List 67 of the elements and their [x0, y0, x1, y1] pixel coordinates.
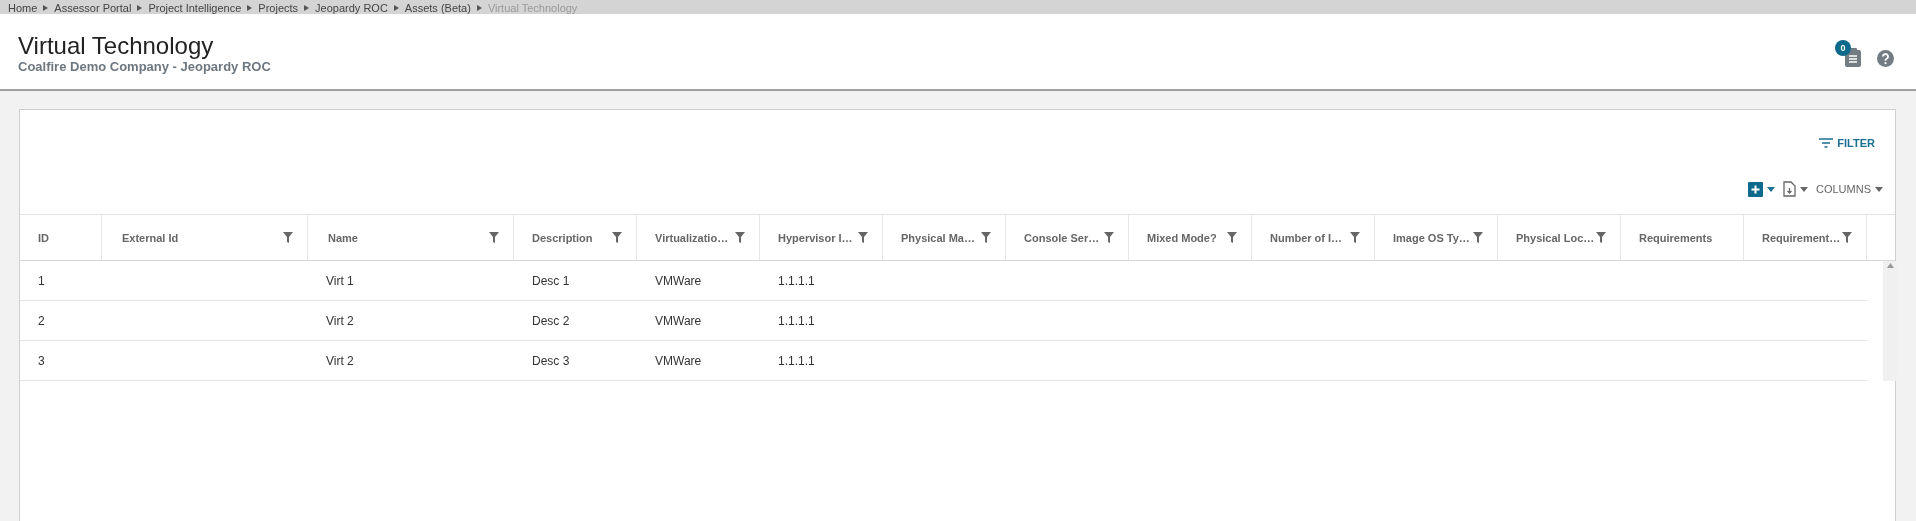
column-header[interactable]: Virtualizatio…	[637, 215, 760, 260]
column-header[interactable]: Description	[514, 215, 637, 260]
table-cell-text: Desc 1	[531, 272, 571, 290]
column-header[interactable]: Physical Ma…	[883, 215, 1006, 260]
table-cell-text: Desc 2	[531, 312, 571, 330]
clipboard-icon[interactable]	[1845, 48, 1861, 67]
table-cell-text: Desc 3	[531, 352, 571, 370]
table-cell-text: 1.1.1.1	[777, 312, 816, 330]
table-cell-text: 1.1.1.1	[777, 272, 816, 290]
column-header[interactable]: Requirements	[1621, 215, 1744, 260]
columns-button[interactable]: COLUMNS	[1816, 183, 1883, 195]
filter-icon[interactable]	[1596, 232, 1606, 243]
table-cell-text: VMWare	[654, 352, 703, 370]
column-header[interactable]: Image OS Ty…	[1375, 215, 1498, 260]
table-cell-text: VMWare	[654, 312, 703, 330]
filter-lines-icon	[1819, 138, 1834, 148]
column-header[interactable]: ID	[20, 215, 102, 260]
filter-icon[interactable]	[612, 232, 622, 243]
column-header[interactable]: Mixed Mode?	[1129, 215, 1252, 260]
add-button[interactable]	[1748, 181, 1775, 197]
caret-icon	[1767, 186, 1775, 192]
page-title: Virtual Technology	[18, 31, 215, 60]
table-cell-text: Virt 1	[325, 272, 355, 290]
column-header[interactable]: Console Ser…	[1006, 215, 1129, 260]
column-header[interactable]: Physical Loc…	[1498, 215, 1621, 260]
chevron-icon	[247, 5, 253, 11]
column-header[interactable]: Number of I…	[1252, 215, 1375, 260]
table-cell-text: 3	[37, 352, 46, 370]
table-cell-text: Virt 2	[325, 352, 355, 370]
chevron-icon	[304, 5, 310, 11]
table-cell-text: 1.1.1.1	[777, 352, 816, 370]
chevron-icon	[476, 5, 482, 11]
filter-button[interactable]: FILTER	[1819, 130, 1875, 156]
caret-icon	[1875, 186, 1883, 192]
breadcrumb-link[interactable]: Home	[8, 2, 38, 14]
notification-badge: 0	[1835, 40, 1851, 56]
help-icon[interactable]	[1877, 49, 1894, 67]
filter-icon[interactable]	[1350, 232, 1360, 243]
page-subtitle: Coalfire Demo Company - Jeopardy ROC	[18, 60, 271, 74]
filter-icon[interactable]	[1104, 232, 1114, 243]
column-header[interactable]: Requirement…	[1744, 215, 1867, 260]
chevron-icon	[393, 5, 399, 11]
table-cell-text: 2	[37, 312, 46, 330]
column-header[interactable]: Name	[308, 215, 514, 260]
breadcrumb-link[interactable]: Projects	[258, 2, 299, 14]
filter-icon[interactable]	[735, 232, 745, 243]
scrollbar[interactable]	[1883, 261, 1897, 381]
breadcrumb-link[interactable]: Assessor Portal	[54, 2, 132, 14]
chevron-icon	[43, 5, 49, 11]
table-cell-text: 1	[37, 272, 46, 290]
breadcrumb-link[interactable]: Project Intelligence	[148, 2, 242, 14]
filter-icon[interactable]	[1842, 232, 1852, 243]
filter-icon[interactable]	[283, 232, 293, 243]
caret-icon	[1800, 186, 1808, 192]
column-header[interactable]: External Id	[102, 215, 308, 260]
chevron-icon	[137, 5, 143, 11]
filter-icon[interactable]	[1227, 232, 1237, 243]
table-cell-text: Virt 2	[325, 312, 355, 330]
filter-icon[interactable]	[858, 232, 868, 243]
breadcrumb-link[interactable]: Assets (Beta)	[404, 2, 471, 14]
filter-icon[interactable]	[1473, 232, 1483, 243]
export-button[interactable]	[1783, 181, 1808, 197]
breadcrumb-link[interactable]: Jeopardy ROC	[315, 2, 388, 14]
column-header[interactable]: Hypervisor I…	[760, 215, 883, 260]
filter-icon[interactable]	[489, 232, 499, 243]
filter-icon[interactable]	[981, 232, 991, 243]
table-cell-text: VMWare	[654, 272, 703, 290]
